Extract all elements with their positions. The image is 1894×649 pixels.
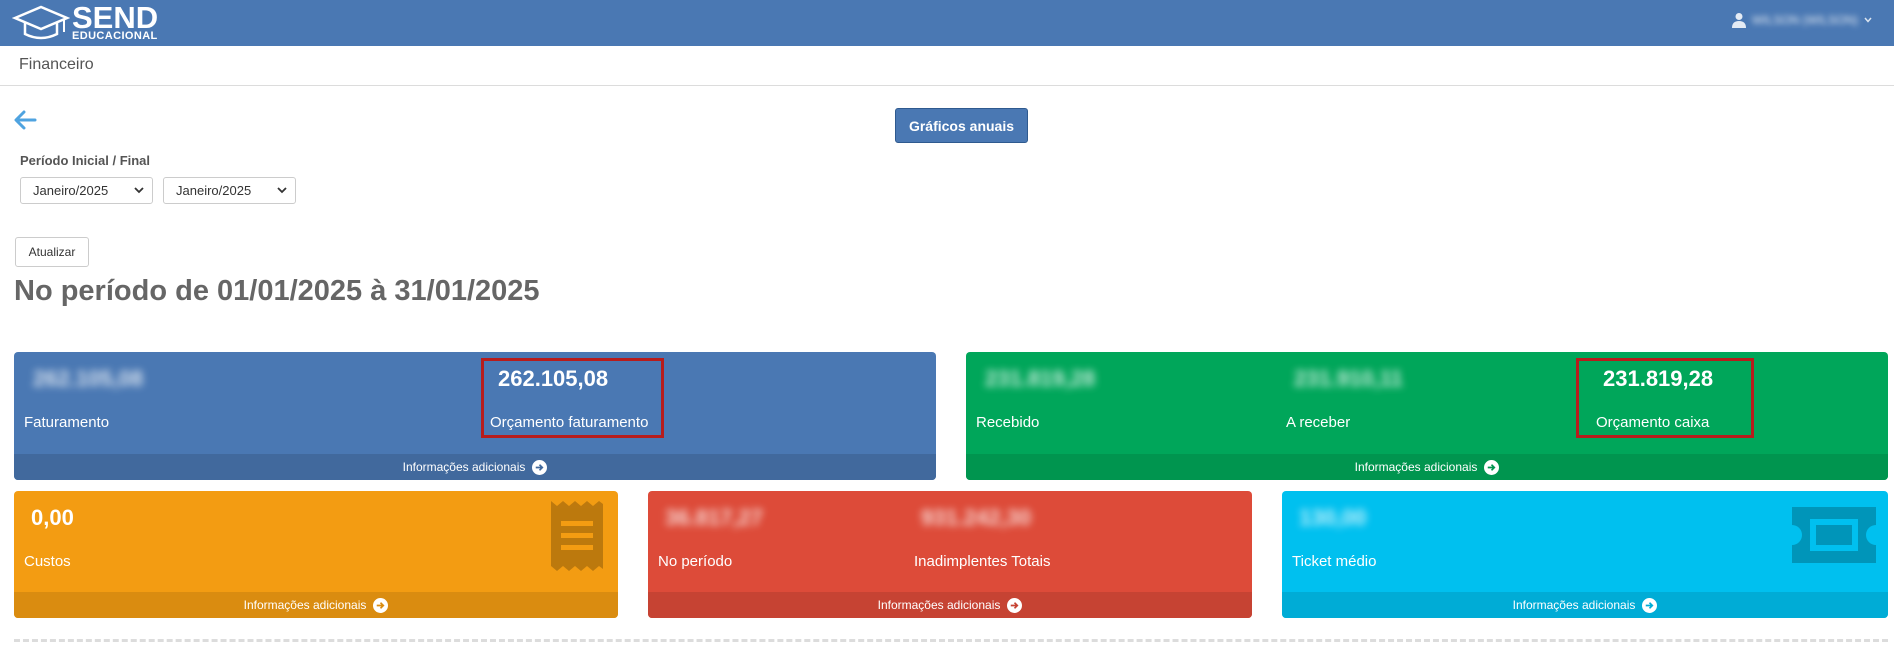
inadimplentes-totais-label: Inadimplentes Totais <box>914 553 1051 570</box>
ticket-box: 130,00 Ticket médio Informações adiciona… <box>1282 491 1888 618</box>
highlight-box <box>1576 358 1754 438</box>
back-arrow-icon[interactable] <box>13 110 37 130</box>
no-periodo-value: 36.817,27 <box>665 505 763 530</box>
arrow-circle-right-icon <box>1484 459 1500 475</box>
arrow-circle-right-icon <box>1642 597 1658 613</box>
logo-sub-text: EDUCACIONAL <box>72 30 158 42</box>
a-receber-value: 231.910,11 <box>1294 366 1403 391</box>
period-label: Período Inicial / Final <box>20 153 151 168</box>
start-period-value: Janeiro/2025 <box>33 183 109 198</box>
top-navbar: SEND EDUCACIONAL WILSON (WILSON) <box>0 0 1894 46</box>
end-period-value: Janeiro/2025 <box>176 183 252 198</box>
more-info-label: Informações adicionais <box>1512 598 1636 612</box>
logo-main-text: SEND <box>72 0 159 35</box>
a-receber-label: A receber <box>1286 414 1351 431</box>
breadcrumb-bar: Financeiro <box>0 46 1894 86</box>
section-divider <box>14 639 1888 642</box>
more-info-label: Informações adicionais <box>877 598 1001 612</box>
recebido-value: 231.819,28 <box>985 366 1096 391</box>
custos-label: Custos <box>24 553 71 570</box>
receipt-icon <box>551 501 603 571</box>
highlight-box <box>481 358 664 438</box>
faturamento-box: 262.105,08 Faturamento 262.105,08 Orçame… <box>14 352 936 480</box>
caixa-box: 231.819,28 Recebido 231.910,11 A receber… <box>966 352 1888 480</box>
user-name: WILSON (WILSON) <box>1751 13 1858 27</box>
logo[interactable]: SEND EDUCACIONAL <box>12 2 158 42</box>
breadcrumb: Financeiro <box>19 56 94 73</box>
more-info-link[interactable]: Informações adicionais <box>966 454 1888 480</box>
update-button[interactable]: Atualizar <box>15 237 89 267</box>
chevron-down-icon <box>277 187 287 194</box>
inadimplentes-totais-value: 931.242,30 <box>921 505 1032 530</box>
user-icon <box>1731 13 1746 28</box>
recebido-label: Recebido <box>976 414 1040 431</box>
more-info-link[interactable]: Informações adicionais <box>14 454 936 480</box>
arrow-circle-right-icon <box>373 597 389 613</box>
custos-value: 0,00 <box>31 505 74 530</box>
chevron-down-icon <box>1864 17 1872 23</box>
more-info-link[interactable]: Informações adicionais <box>1282 592 1888 618</box>
more-info-label: Informações adicionais <box>1354 460 1478 474</box>
inadimplentes-box: 36.817,27 No período 931.242,30 Inadimpl… <box>648 491 1252 618</box>
start-period-select[interactable]: Janeiro/2025 <box>20 177 153 204</box>
more-info-link[interactable]: Informações adicionais <box>648 592 1252 618</box>
custos-box: 0,00 Custos Informações adicionais <box>14 491 618 618</box>
more-info-label: Informações adicionais <box>243 598 367 612</box>
ticket-value: 130,00 <box>1299 505 1367 530</box>
arrow-circle-right-icon <box>532 459 548 475</box>
more-info-label: Informações adicionais <box>402 460 526 474</box>
chevron-down-icon <box>134 187 144 194</box>
more-info-link[interactable]: Informações adicionais <box>14 592 618 618</box>
ticket-label: Ticket médio <box>1292 553 1377 570</box>
faturamento-value: 262.105,08 <box>33 366 144 391</box>
no-periodo-label: No período <box>658 553 733 570</box>
faturamento-label: Faturamento <box>24 414 110 431</box>
user-menu[interactable]: WILSON (WILSON) <box>1731 12 1872 28</box>
page-title: No período de 01/01/2025 à 31/01/2025 <box>14 275 540 307</box>
arrow-circle-right-icon <box>1007 597 1023 613</box>
end-period-select[interactable]: Janeiro/2025 <box>163 177 296 204</box>
graduation-cap-icon <box>12 5 70 40</box>
annual-charts-button[interactable]: Gráficos anuais <box>895 108 1028 143</box>
ticket-icon <box>1792 507 1876 563</box>
